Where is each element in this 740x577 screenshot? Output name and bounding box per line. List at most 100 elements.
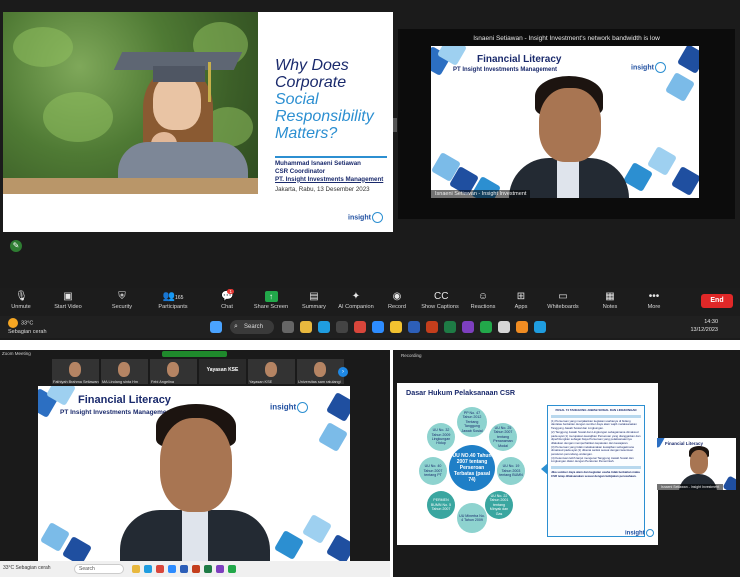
taskbar-clock[interactable]: 14:30 13/12/2023 xyxy=(690,318,718,334)
weather-sun-icon xyxy=(8,318,18,328)
video-off-icon: ▣ xyxy=(63,291,73,302)
chrome-icon[interactable] xyxy=(156,565,164,573)
law-circle: UU No. 40 Tahun 2007 tentang PT xyxy=(419,457,447,485)
participant-thumb[interactable]: MA Lindang sinta Hm xyxy=(101,359,148,384)
next-page-arrow-icon[interactable]: › xyxy=(338,367,348,377)
captions-icon: CC xyxy=(434,291,449,302)
law-circle: UU Minerba No. 4 Tahun 2009 xyxy=(457,503,487,533)
participants-button[interactable]: 👥165 Participants xyxy=(153,291,193,315)
unmute-button[interactable]: 🎙 Unmute xyxy=(6,291,36,315)
share-screen-button[interactable]: ↑ Share Screen xyxy=(252,291,290,315)
participant-thumb[interactable]: Universitas sam ratulangi xyxy=(297,359,344,384)
ai-companion-button[interactable]: ✦ AI Companion xyxy=(336,291,376,315)
store-icon[interactable] xyxy=(336,321,348,333)
show-captions-button[interactable]: CC Show Captions xyxy=(418,291,462,315)
law-circle: PERMEN BUMN No. 5 Tahun 2007 xyxy=(427,491,455,519)
record-button[interactable]: ◉ Record xyxy=(384,291,410,315)
insight-logo: insight xyxy=(270,402,309,413)
weather-widget[interactable]: 33°C Sebagian cerah xyxy=(3,565,51,571)
apps-icon: ⊞ xyxy=(516,291,526,302)
apps-button[interactable]: ⊞ Apps xyxy=(510,291,532,315)
app-icon-purple[interactable] xyxy=(216,565,224,573)
virtual-background: Financial Literacy PT Insight Investment… xyxy=(431,46,699,198)
end-meeting-button[interactable]: End xyxy=(701,294,733,308)
participant-thumb[interactable]: Yayasan KSE xyxy=(248,359,295,384)
excel-icon[interactable] xyxy=(204,565,212,573)
graduation-girl-photo xyxy=(3,12,258,194)
speaker-video-large[interactable]: Financial Literacy PT Insight Investment… xyxy=(38,386,350,562)
app-icon-gray[interactable] xyxy=(498,321,510,333)
presenter-block: Muhammad Isnaeni Setiawan CSR Coordinato… xyxy=(275,160,393,194)
speaker-face xyxy=(690,450,708,474)
windows-start-icon[interactable] xyxy=(210,321,222,333)
participants-icon: 👥165 xyxy=(162,291,184,302)
participant-strip: Fathiyah Brahma Setiawan MA Lindang sint… xyxy=(52,359,352,384)
window-title: Zoom Meeting xyxy=(2,351,31,356)
whiteboards-button[interactable]: ▭ Whiteboards xyxy=(544,291,582,315)
presentation-date: Jakarta, Rabu, 13 Desember 2023 xyxy=(275,186,370,194)
insight-logo-text: insight xyxy=(348,214,371,222)
speaker-name-label: Isnaeni Setiawan - Insight Investment xyxy=(431,190,531,198)
app-icon-green[interactable] xyxy=(228,565,236,573)
start-video-button[interactable]: ▣ Start Video xyxy=(50,291,86,315)
light-taskbar: 33°C Sebagian cerah Search xyxy=(0,561,390,577)
participants-count: 165 xyxy=(175,295,184,301)
app-icon-purple[interactable] xyxy=(462,321,474,333)
title-line-2: Corporate xyxy=(275,74,347,91)
slide-title: Why Does Corporate Social Responsibility… xyxy=(275,57,390,142)
app-icon-yellow[interactable] xyxy=(390,321,402,333)
security-button[interactable]: ⛨ Security xyxy=(108,291,136,315)
law-circle: PP No. 47 Tahun 2012 Tentang Tanggung Ja… xyxy=(457,407,487,437)
title-line-3: Social xyxy=(275,91,319,108)
taskbar-search[interactable]: ⌕ Search xyxy=(230,320,274,334)
app-icon-green[interactable] xyxy=(480,321,492,333)
participant-thumb[interactable]: Febi Angelina xyxy=(150,359,197,384)
speaker-mini-tile[interactable]: Financial Literacy Isnaeni Setiawan - In… xyxy=(657,438,736,490)
insight-logo: insight xyxy=(631,62,666,73)
zoom-icon[interactable] xyxy=(372,321,384,333)
file-explorer-icon[interactable] xyxy=(300,321,312,333)
annotate-pencil-icon[interactable]: ✎ xyxy=(10,240,22,252)
participant-thumb[interactable]: Yayasan KSE xyxy=(199,359,246,384)
word-icon[interactable] xyxy=(408,321,420,333)
participant-thumb[interactable]: Fathiyah Brahma Setiawan xyxy=(52,359,99,384)
insight-logo-mark-icon xyxy=(371,212,383,223)
more-button[interactable]: ••• More xyxy=(642,291,666,315)
powerpoint-icon[interactable] xyxy=(192,565,200,573)
insight-logo-mark-icon xyxy=(645,529,654,537)
word-icon[interactable] xyxy=(180,565,188,573)
shared-slide: Why Does Corporate Social Responsibility… xyxy=(3,12,393,232)
panel-resize-handle[interactable] xyxy=(393,118,397,132)
summary-button[interactable]: ▤ Summary xyxy=(300,291,328,315)
zoom-icon[interactable] xyxy=(168,565,176,573)
law-circle: UU No. 22 Tahun 2001 tentang Minyak dan … xyxy=(485,491,513,519)
company-subtitle: PT Insight Investments Management xyxy=(60,409,173,416)
zoom-meeting-window: Why Does Corporate Social Responsibility… xyxy=(0,0,740,340)
ai-sparkle-icon: ✦ xyxy=(351,291,361,302)
notes-button[interactable]: ▦ Notes xyxy=(598,291,622,315)
chat-button[interactable]: 💬 1 Chat xyxy=(214,289,240,315)
edge-icon[interactable] xyxy=(318,321,330,333)
title-line-5: Matters? xyxy=(275,125,338,142)
meeting-toolbar: 🎙 Unmute ▣ Start Video ⛨ Security 👥165 Parti… xyxy=(0,288,740,316)
record-icon: ◉ xyxy=(392,291,402,302)
taskbar-search[interactable]: Search xyxy=(74,564,124,574)
app-icon-blue[interactable] xyxy=(534,321,546,333)
task-view-icon[interactable] xyxy=(282,321,294,333)
edge-icon[interactable] xyxy=(144,565,152,573)
file-explorer-icon[interactable] xyxy=(132,565,140,573)
powerpoint-icon[interactable] xyxy=(426,321,438,333)
chrome-icon[interactable] xyxy=(354,321,366,333)
windows-taskbar: 33°C Sebagian cerah ⌕ Search 14:30 13/12… xyxy=(0,316,740,338)
reactions-icon: ☺ xyxy=(477,291,489,302)
speaker-video-tile[interactable]: Isnaeni Setiawan - Insight Investment's … xyxy=(398,29,735,219)
speaker-face xyxy=(160,418,232,512)
insight-logo: insight xyxy=(348,212,383,223)
excel-icon[interactable] xyxy=(444,321,456,333)
app-icon-orange[interactable] xyxy=(516,321,528,333)
reactions-button[interactable]: ☺ Reactions xyxy=(468,291,498,315)
summary-icon: ▤ xyxy=(309,291,319,302)
weather-widget[interactable]: 33°C Sebagian cerah xyxy=(8,318,47,336)
title-line-4: Responsibility xyxy=(275,108,374,125)
bandwidth-notice: Isnaeni Setiawan - Insight Investment's … xyxy=(473,35,660,42)
